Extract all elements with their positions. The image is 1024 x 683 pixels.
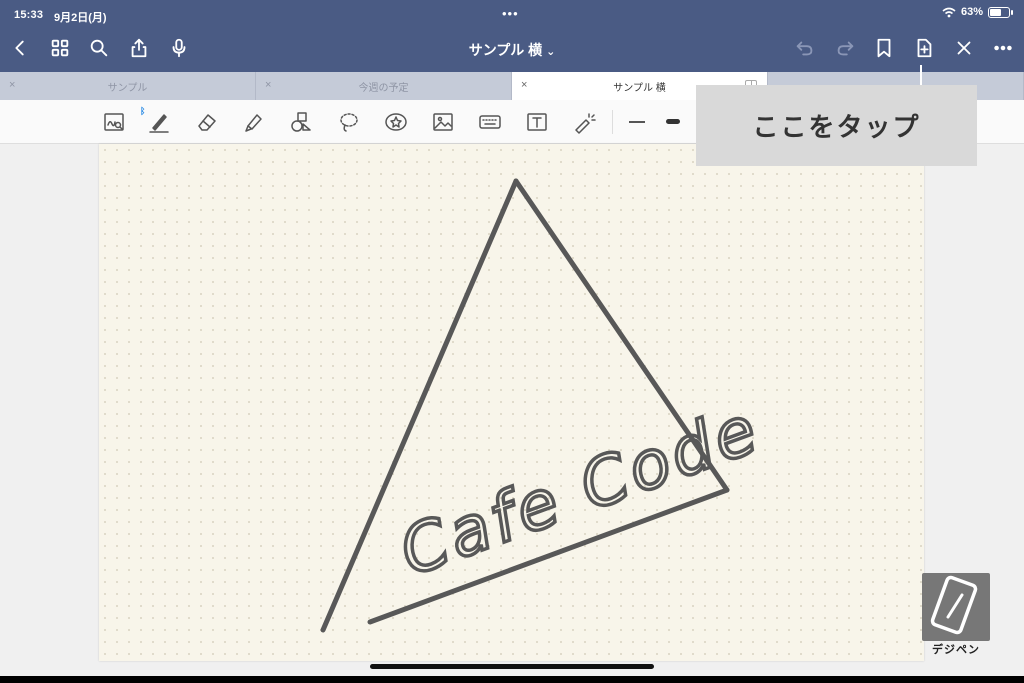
chevron-down-icon: ⌄	[546, 46, 556, 58]
tab-close-icon[interactable]: ×	[265, 79, 271, 91]
redo-button[interactable]	[833, 36, 857, 60]
callout-text: ここをタップ	[752, 112, 921, 142]
back-button[interactable]	[8, 36, 32, 60]
document-title-label: サンプル 横	[468, 42, 543, 58]
search-button[interactable]	[87, 36, 111, 60]
stroke-width-thick[interactable]	[666, 119, 680, 124]
callout-pointer	[920, 65, 922, 87]
tab-close-icon[interactable]: ×	[521, 79, 527, 91]
home-indicator[interactable]	[370, 664, 654, 669]
battery-icon	[988, 6, 1013, 18]
pen-tool[interactable]	[145, 108, 173, 136]
microphone-button[interactable]	[167, 36, 191, 60]
lasso-tool[interactable]	[335, 108, 363, 136]
tab-label: 今週の予定	[358, 82, 409, 94]
multitasking-dots-icon[interactable]: •••	[502, 6, 519, 21]
laser-pointer-tool[interactable]	[570, 108, 598, 136]
close-button[interactable]	[952, 36, 976, 60]
status-right: 63%	[942, 6, 1013, 18]
zoom-window-tool[interactable]	[100, 108, 128, 136]
tablet-pen-logo	[922, 573, 990, 641]
tab-close-icon[interactable]: ×	[9, 79, 15, 91]
tap-here-callout: ここをタップ	[696, 85, 977, 166]
share-button[interactable]	[127, 36, 151, 60]
handwritten-text: Cafe Code	[390, 390, 770, 591]
document-title[interactable]: サンプル 横 ⌄	[440, 40, 584, 60]
tab-this-week[interactable]: × 今週の予定	[256, 72, 512, 100]
toolbar-divider	[612, 110, 613, 134]
navigation-bar: 15:33 9月2日(月) ••• 63% サンプル 横 ⌄	[0, 0, 1024, 72]
status-date: 9月2日(月)	[54, 12, 107, 24]
text-box-tool[interactable]	[523, 108, 551, 136]
shape-tool[interactable]	[287, 108, 315, 136]
eraser-tool[interactable]	[193, 108, 221, 136]
undo-button[interactable]	[793, 36, 817, 60]
stroke-width-thin[interactable]	[629, 121, 645, 123]
handwritten-drawing: Cafe Code	[320, 178, 772, 633]
grid-view-button[interactable]	[48, 36, 72, 60]
more-options-button[interactable]	[991, 36, 1015, 60]
add-page-button[interactable]	[912, 36, 936, 60]
bottom-bezel	[0, 676, 1024, 683]
bookmark-button[interactable]	[872, 36, 896, 60]
battery-percent: 63%	[960, 6, 983, 18]
keyboard-tool[interactable]	[476, 108, 504, 136]
sticker-tool[interactable]	[382, 108, 410, 136]
tab-sample[interactable]: × サンプル	[0, 72, 256, 100]
site-watermark: デジペン	[922, 573, 990, 658]
wifi-icon	[942, 7, 956, 17]
status-time: 15:33	[14, 9, 44, 21]
app-screen: 15:33 9月2日(月) ••• 63% サンプル 横 ⌄ × サンプル × …	[0, 0, 1024, 683]
tab-label: サンプル	[107, 82, 148, 94]
watermark-text: デジペン	[932, 644, 980, 656]
image-tool[interactable]	[429, 108, 457, 136]
highlighter-tool[interactable]	[240, 108, 268, 136]
tab-label: サンプル 横	[613, 82, 666, 94]
